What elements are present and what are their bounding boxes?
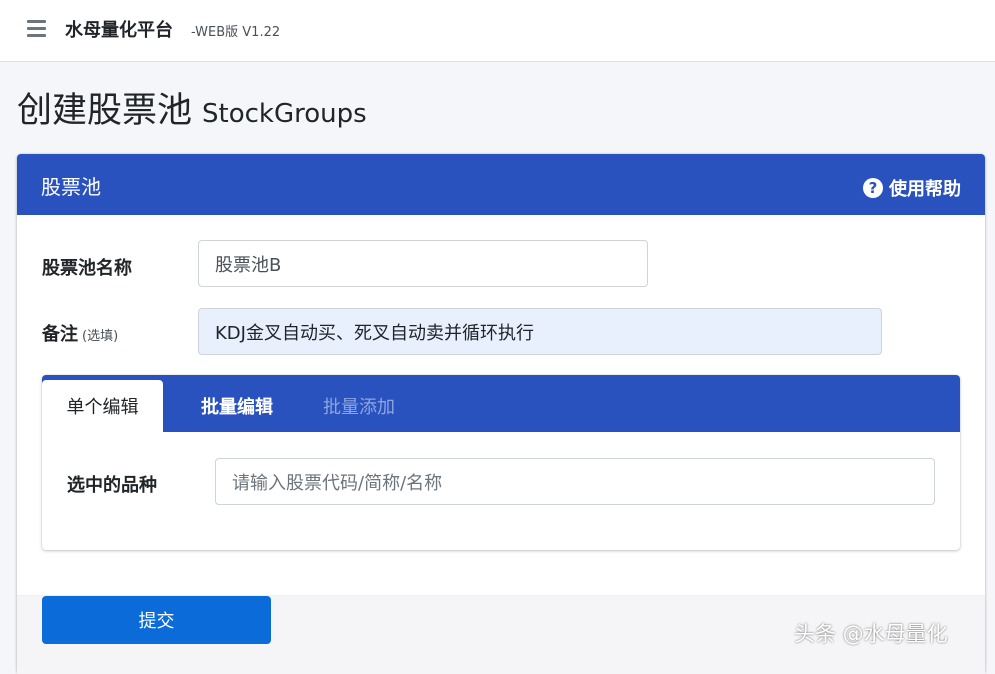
edit-tab-card: 单个编辑 批量编辑 批量添加 选中的品种 请输入股票代码/简称/名称 [42, 375, 960, 550]
tab-bar: 单个编辑 批量编辑 批量添加 [42, 375, 960, 432]
pool-name-input[interactable]: 股票池B [198, 240, 648, 287]
card-header: 股票池 ? 使用帮助 [17, 154, 985, 215]
tab-single-edit[interactable]: 单个编辑 [42, 380, 163, 432]
help-label: 使用帮助 [889, 179, 961, 200]
watermark: 头条 @水母量化 [794, 622, 948, 646]
page-title-en: StockGroups [202, 99, 367, 129]
note-input[interactable]: KDJ金叉自动买、死叉自动卖并循环执行 [198, 308, 882, 355]
note-label: 备注 (选填) [42, 320, 118, 346]
note-label-text: 备注 [42, 324, 78, 345]
hamburger-menu-icon[interactable] [27, 20, 46, 37]
page-title-zh: 创建股票池 [17, 91, 193, 131]
page-title: 创建股票池 StockGroups [17, 82, 367, 133]
question-circle-icon: ? [863, 178, 883, 198]
tab-batch-add[interactable]: 批量添加 [304, 380, 414, 432]
help-link[interactable]: ? 使用帮助 [863, 175, 961, 201]
card-title: 股票池 [41, 175, 101, 199]
submit-button[interactable]: 提交 [42, 596, 271, 644]
top-navbar: 水母量化平台 -WEB版 V1.22 [0, 0, 995, 62]
version-label: -WEB版 V1.22 [191, 25, 281, 40]
stock-pool-card: 股票池 ? 使用帮助 股票池名称 股票池B 备注 (选填) KDJ金叉自动买、死叉… [17, 154, 985, 674]
tab-batch-edit[interactable]: 批量编辑 [182, 380, 292, 432]
symbol-search-input[interactable]: 请输入股票代码/简称/名称 [215, 458, 935, 505]
pool-name-label: 股票池名称 [42, 258, 132, 279]
note-optional-hint: (选填) [82, 329, 119, 344]
brand-name: 水母量化平台 [65, 20, 173, 41]
symbol-label: 选中的品种 [67, 475, 157, 496]
